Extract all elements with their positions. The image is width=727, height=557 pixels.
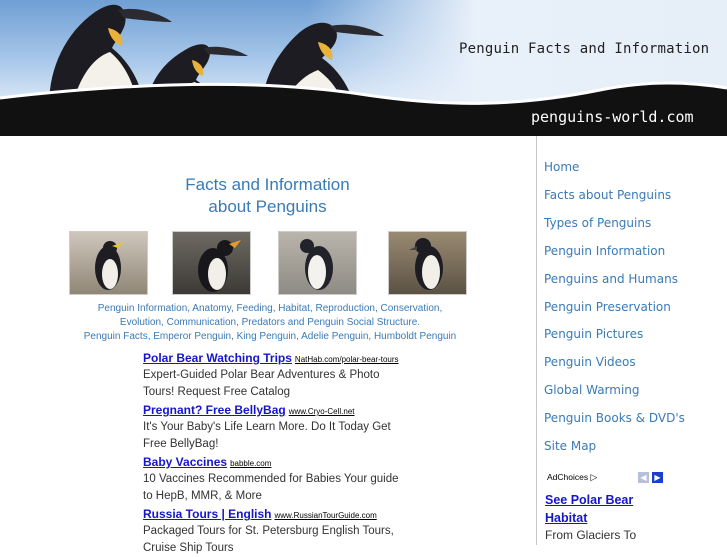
page-heading: Facts and Information about Penguins <box>90 174 445 218</box>
topics-line1[interactable]: Penguin Information, Anatomy, Feeding, H… <box>70 302 470 316</box>
nav-site-map[interactable]: Site Map <box>544 439 596 453</box>
nav-penguins-and-humans[interactable]: Penguins and Humans <box>544 272 678 286</box>
ad-item: Polar Bear Watching Trips NatHab.com/pola… <box>143 349 403 401</box>
ad-url-link[interactable]: www.Cryo-Cell.net <box>289 407 355 416</box>
sponsored-ads: Polar Bear Watching Trips NatHab.com/pola… <box>143 349 403 557</box>
macaroni-penguin-photo[interactable] <box>172 231 251 295</box>
ad-description: It's Your Baby's Life Learn More. Do It … <box>143 421 391 450</box>
nav-types-of-penguins[interactable]: Types of Penguins <box>544 216 651 230</box>
heading-line1: Facts and Information <box>185 175 350 194</box>
ad-item: Baby Vaccines babble.com 10 Vaccines Reco… <box>143 453 403 505</box>
nav-penguin-videos[interactable]: Penguin Videos <box>544 355 636 369</box>
ad-url-link[interactable]: babble.com <box>230 459 271 468</box>
nav-global-warming[interactable]: Global Warming <box>544 383 640 397</box>
nav-penguin-pictures[interactable]: Penguin Pictures <box>544 327 643 341</box>
ad-description: Packaged Tours for St. Petersburg Englis… <box>143 525 394 554</box>
topics-line2[interactable]: Evolution, Communication, Predators and … <box>70 316 470 330</box>
site-domain: penguins-world.com <box>531 108 694 126</box>
ad-url-link[interactable]: www.RussianTourGuide.com <box>275 511 377 520</box>
rockhopper-penguin-photo[interactable] <box>69 231 148 295</box>
nav-penguin-books-dvds[interactable]: Penguin Books & DVD's <box>544 411 685 425</box>
nav-penguin-information[interactable]: Penguin Information <box>544 244 665 258</box>
ad-title-link[interactable]: Pregnant? Free BellyBag <box>143 403 286 417</box>
adchoices-icon: ▷ <box>590 472 598 482</box>
ad-description: 10 Vaccines Recommended for Babies Your … <box>143 473 399 502</box>
ad-item: Pregnant? Free BellyBag www.Cryo-Cell.net… <box>143 401 403 453</box>
prev-arrow-icon[interactable]: ◀ <box>638 472 649 483</box>
nav-penguin-preservation[interactable]: Penguin Preservation <box>544 300 671 314</box>
sidebar-ad-title-link[interactable]: See Polar Bear Habitat <box>545 491 655 527</box>
wave-decoration <box>0 81 727 136</box>
topics-line3[interactable]: Penguin Facts, Emperor Penguin, King Pen… <box>70 330 470 344</box>
sidebar: Home Facts about Penguins Types of Pengu… <box>537 136 727 545</box>
main-content: Facts and Information about Penguins Pen… <box>0 136 536 554</box>
topics-links[interactable]: Penguin Information, Anatomy, Feeding, H… <box>70 302 470 344</box>
adchoices-text[interactable]: AdChoices <box>547 472 588 482</box>
ad-title-link[interactable]: Polar Bear Watching Trips <box>143 351 292 365</box>
heading-line2: about Penguins <box>208 197 327 216</box>
african-penguin-photo[interactable] <box>278 231 357 295</box>
sidebar-ad-description: From Glaciers To <box>545 528 637 542</box>
ad-title-link[interactable]: Russia Tours | English <box>143 507 272 521</box>
ad-url-link[interactable]: NatHab.com/polar-bear-tours <box>295 355 399 364</box>
header-banner: Penguin Facts and Information penguins-w… <box>0 0 727 136</box>
nav-home[interactable]: Home <box>544 160 579 174</box>
site-title: Penguin Facts and Information <box>459 41 710 57</box>
ad-title-link[interactable]: Baby Vaccines <box>143 455 227 469</box>
humboldt-penguin-photo[interactable] <box>388 231 467 295</box>
ad-item: Russia Tours | English www.RussianTourGui… <box>143 505 403 557</box>
next-arrow-icon[interactable]: ▶ <box>652 472 663 483</box>
nav-facts-about-penguins[interactable]: Facts about Penguins <box>544 188 671 202</box>
adchoices-label[interactable]: AdChoices ▷ <box>547 472 597 483</box>
ad-description: Expert-Guided Polar Bear Adventures & Ph… <box>143 369 380 398</box>
